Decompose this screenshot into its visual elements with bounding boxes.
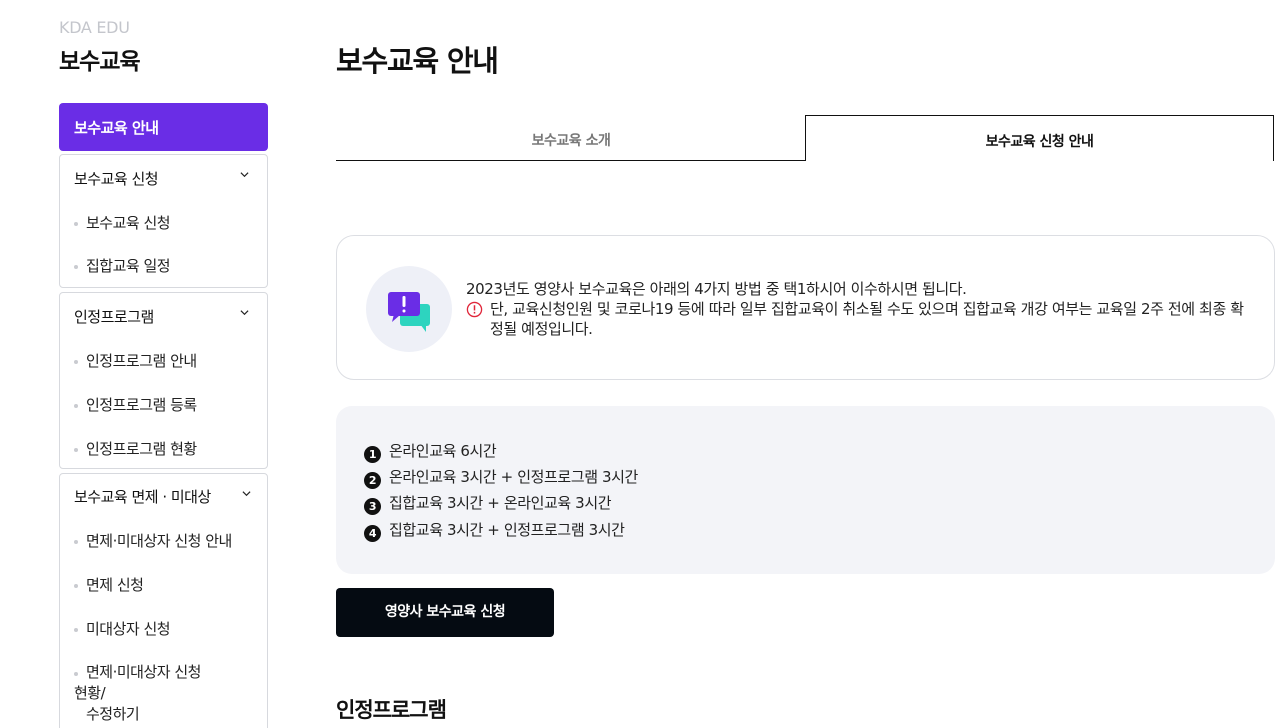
brand-title: 보수교육 xyxy=(59,49,141,75)
sidebar-item[interactable]: 인정프로그램 안내 xyxy=(60,337,267,381)
notice-warning-text: 단, 교육신청인원 및 코로나19 등에 따라 일부 집합교육이 취소될 수도 … xyxy=(490,300,1244,338)
sidebar-group-header[interactable]: 보수교육 면제 · 미대상 xyxy=(60,474,267,518)
bullet-dot xyxy=(74,360,78,364)
option-item: 4 집합교육 3시간 + 인정프로그램 3시간 xyxy=(364,519,625,542)
sidebar-item[interactable]: 집합교육 일정 xyxy=(60,242,267,285)
bullet-dot xyxy=(74,584,78,588)
bullet-dot xyxy=(74,222,78,226)
number-badge: 3 xyxy=(364,498,381,515)
notice-box: 2023년도 영양사 보수교육은 아래의 4가지 방법 중 택1하시어 이수하시… xyxy=(336,235,1275,380)
sidebar-item[interactable]: 면제·미대상자 신청 현황/ 수정하기 xyxy=(60,650,267,723)
notice-text: 2023년도 영양사 보수교육은 아래의 4가지 방법 중 택1하시어 이수하시… xyxy=(466,280,967,298)
bullet-dot xyxy=(74,404,78,408)
sidebar-item-active[interactable]: 보수교육 안내 xyxy=(59,103,268,151)
chevron-down-icon xyxy=(240,172,249,178)
warning-circle-icon xyxy=(466,301,483,318)
option-item: 1 온라인교육 6시간 xyxy=(364,440,497,463)
sidebar-group-program: 인정프로그램 인정프로그램 안내 인정프로그램 등록 인정프로그램 현황 xyxy=(59,292,268,469)
sidebar-item[interactable]: 보수교육 신청 xyxy=(60,199,267,242)
option-item: 2 온라인교육 3시간 + 인정프로그램 3시간 xyxy=(364,466,638,489)
sidebar-group-header[interactable]: 인정프로그램 xyxy=(60,293,267,337)
tab-apply-guide[interactable]: 보수교육 신청 안내 xyxy=(805,115,1274,161)
bullet-dot xyxy=(74,540,78,544)
sidebar-item[interactable]: 미대상자 신청 xyxy=(60,606,267,650)
bullet-dot xyxy=(74,628,78,632)
brand-subtitle: KDA EDU xyxy=(59,18,130,37)
number-badge: 4 xyxy=(364,525,381,542)
education-options-panel: 1 온라인교육 6시간 2 온라인교육 3시간 + 인정프로그램 3시간 3 집합교육… xyxy=(336,406,1275,574)
sidebar-group-header[interactable]: 보수교육 신청 xyxy=(60,155,267,199)
sidebar-item[interactable]: 인정프로그램 현황 xyxy=(60,425,267,469)
sidebar-group-label: 보수교육 면제 · 미대상 xyxy=(74,488,211,506)
bullet-dot xyxy=(74,672,78,676)
bullet-dot xyxy=(74,265,78,269)
bullet-dot xyxy=(74,448,78,452)
tab-intro[interactable]: 보수교육 소개 xyxy=(336,115,806,161)
sidebar-item[interactable]: 면제 신청 xyxy=(60,562,267,606)
section-title: 인정프로그램 xyxy=(336,698,447,722)
sidebar-item[interactable]: 인정프로그램 등록 xyxy=(60,381,267,425)
number-badge: 2 xyxy=(364,472,381,489)
number-badge: 1 xyxy=(364,446,381,463)
page-title: 보수교육 안내 xyxy=(336,44,499,78)
option-item: 3 집합교육 3시간 + 온라인교육 3시간 xyxy=(364,492,612,515)
chevron-down-icon xyxy=(240,310,249,316)
sidebar-group-apply: 보수교육 신청 보수교육 신청 집합교육 일정 xyxy=(59,154,268,288)
sidebar-group-exemption: 보수교육 면제 · 미대상 면제·미대상자 신청 안내 면제 신청 미대상자 신… xyxy=(59,473,268,728)
sidebar-group-label: 보수교육 신청 xyxy=(74,170,159,188)
sidebar-group-label: 인정프로그램 xyxy=(74,308,154,326)
chat-alert-icon xyxy=(366,266,452,352)
tab-bar: 보수교육 소개 보수교육 신청 안내 xyxy=(336,115,1274,161)
apply-education-button[interactable]: 영양사 보수교육 신청 xyxy=(336,588,554,637)
chevron-down-icon xyxy=(242,491,251,497)
sidebar-item[interactable]: 면제·미대상자 신청 안내 xyxy=(60,518,267,562)
